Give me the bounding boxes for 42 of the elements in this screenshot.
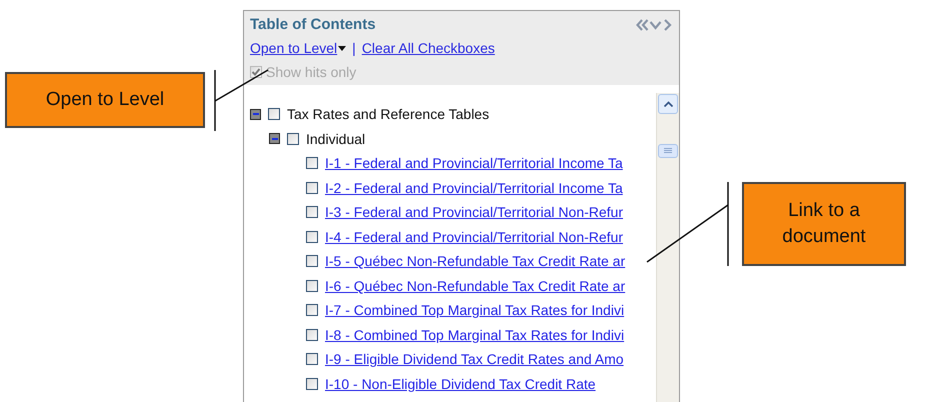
- document-link[interactable]: I-7 - Combined Top Marginal Tax Rates for Indivi: [325, 302, 624, 318]
- checkbox[interactable]: [306, 328, 318, 341]
- grip-icon: [664, 148, 672, 154]
- chevron-down-icon[interactable]: [649, 19, 662, 31]
- tree-folder-label[interactable]: Individual: [306, 130, 366, 147]
- checkbox[interactable]: [306, 255, 318, 268]
- double-chevron-left-icon[interactable]: [636, 19, 649, 31]
- scrollbar[interactable]: [656, 93, 679, 402]
- checkbox[interactable]: [306, 230, 318, 243]
- document-link[interactable]: I-6 - Québec Non-Refundable Tax Credit Rate ar: [325, 278, 626, 294]
- scroll-up-button[interactable]: [658, 94, 678, 114]
- document-link[interactable]: I-2 - Federal and Provincial/Territorial Income Ta: [325, 180, 623, 196]
- checkbox[interactable]: [306, 182, 318, 194]
- leader-line: [214, 69, 268, 102]
- document-link[interactable]: I-8 - Combined Top Marginal Tax Rates for Indivi: [325, 326, 624, 343]
- chevron-up-icon: [664, 101, 672, 107]
- document-link[interactable]: I-1 - Federal and Provincial/Territorial Income Ta: [325, 155, 623, 172]
- checkbox[interactable]: [306, 304, 318, 316]
- document-link[interactable]: I-5 - Québec Non-Refundable Tax Credit Rate ar: [325, 253, 626, 270]
- toolbar-link[interactable]: Clear All Checkboxes: [362, 40, 495, 56]
- checkbox[interactable]: [306, 206, 318, 218]
- dropdown-link[interactable]: Open to Level: [250, 40, 346, 56]
- collapse-toggle[interactable]: [269, 133, 280, 144]
- checkbox-label: Show hits only: [266, 64, 356, 80]
- document-link[interactable]: I-10 - Non-Eligible Dividend Tax Credit Rate: [325, 376, 596, 392]
- scroll-thumb[interactable]: [658, 144, 678, 158]
- callout-box: Open to Level: [5, 72, 205, 128]
- panel-title: Table of Contents: [250, 16, 376, 33]
- checkbox[interactable]: [306, 157, 318, 170]
- checkbox[interactable]: [268, 108, 280, 120]
- document-link[interactable]: I-4 - Federal and Provincial/Territorial Non-Refur: [325, 228, 623, 245]
- bracket-line: [214, 70, 216, 131]
- tree-folder-label[interactable]: Tax Rates and Reference Tables: [287, 106, 490, 122]
- collapse-toggle[interactable]: [250, 108, 261, 120]
- checkbox[interactable]: [287, 132, 299, 145]
- document-link[interactable]: I-3 - Federal and Provincial/Territorial Non-Refur: [325, 204, 623, 220]
- checkbox[interactable]: [306, 378, 318, 390]
- callout-box: Link to a document: [742, 182, 906, 266]
- separator: |: [352, 40, 356, 56]
- checkbox[interactable]: [306, 353, 318, 366]
- document-link[interactable]: I-9 - Eligible Dividend Tax Credit Rates and Amo: [325, 351, 624, 368]
- checkbox[interactable]: [306, 280, 318, 292]
